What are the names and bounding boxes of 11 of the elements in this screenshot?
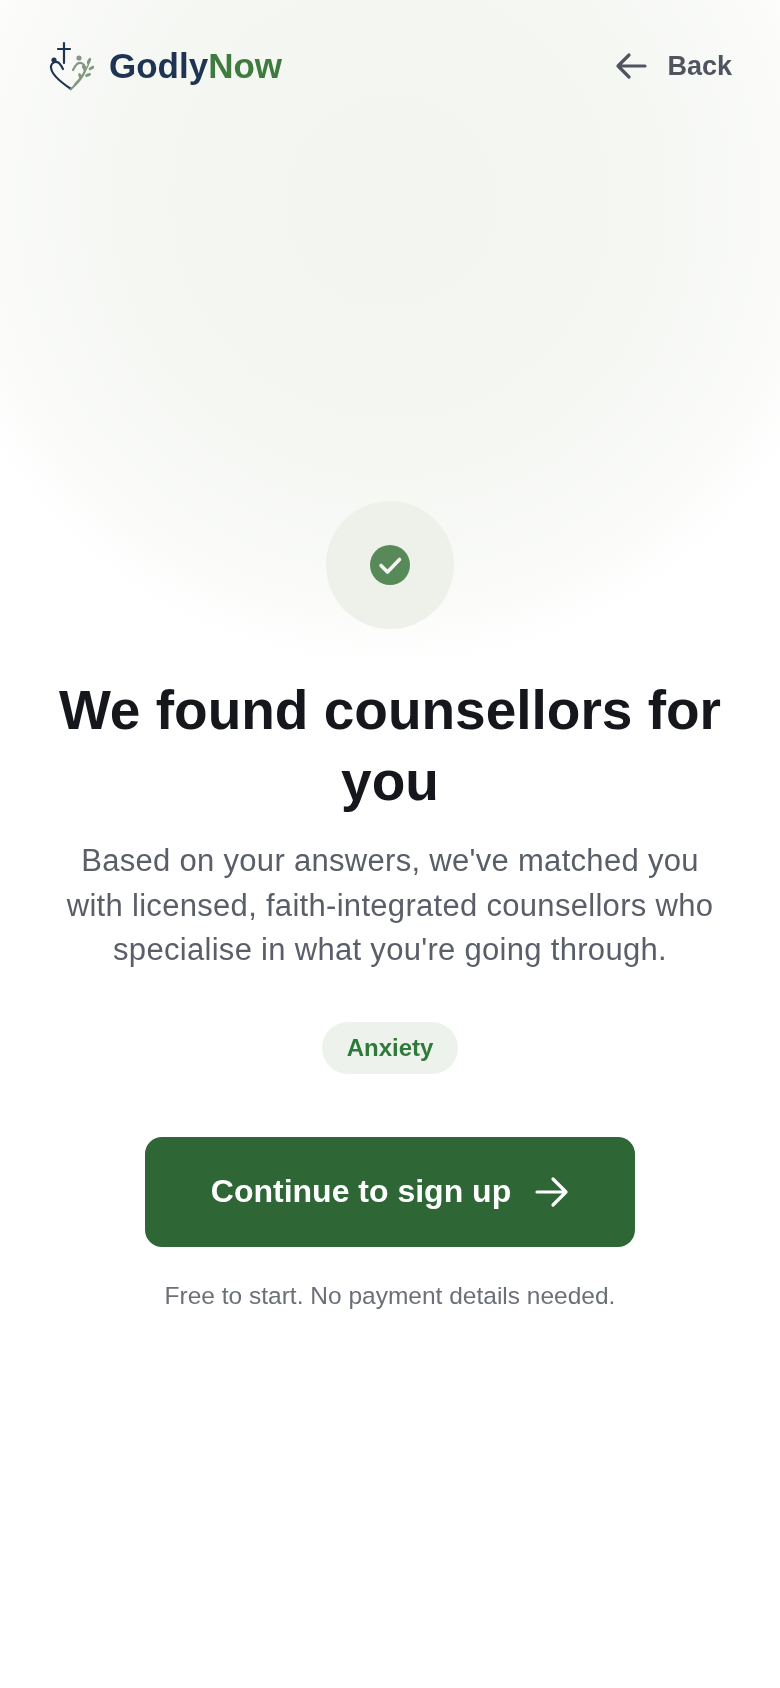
topic-tag: Anxiety (321, 1021, 459, 1074)
continue-button[interactable]: Continue to sign up (145, 1136, 635, 1247)
heading: We found counsellors for you (57, 678, 723, 814)
footnote-text: Free to start. No payment details needed. (164, 1280, 616, 1311)
arrow-left-icon (615, 52, 648, 80)
back-button[interactable]: Back (615, 50, 732, 82)
logo-text: GodlyNow (109, 46, 283, 86)
description-text: Based on your answers, we've matched you with licensed, faith-integrated counsellors who specialise in what you're going through. (65, 842, 715, 969)
logo-icon (48, 41, 94, 91)
arrow-right-icon (535, 1175, 570, 1208)
check-circle-icon (326, 501, 454, 629)
